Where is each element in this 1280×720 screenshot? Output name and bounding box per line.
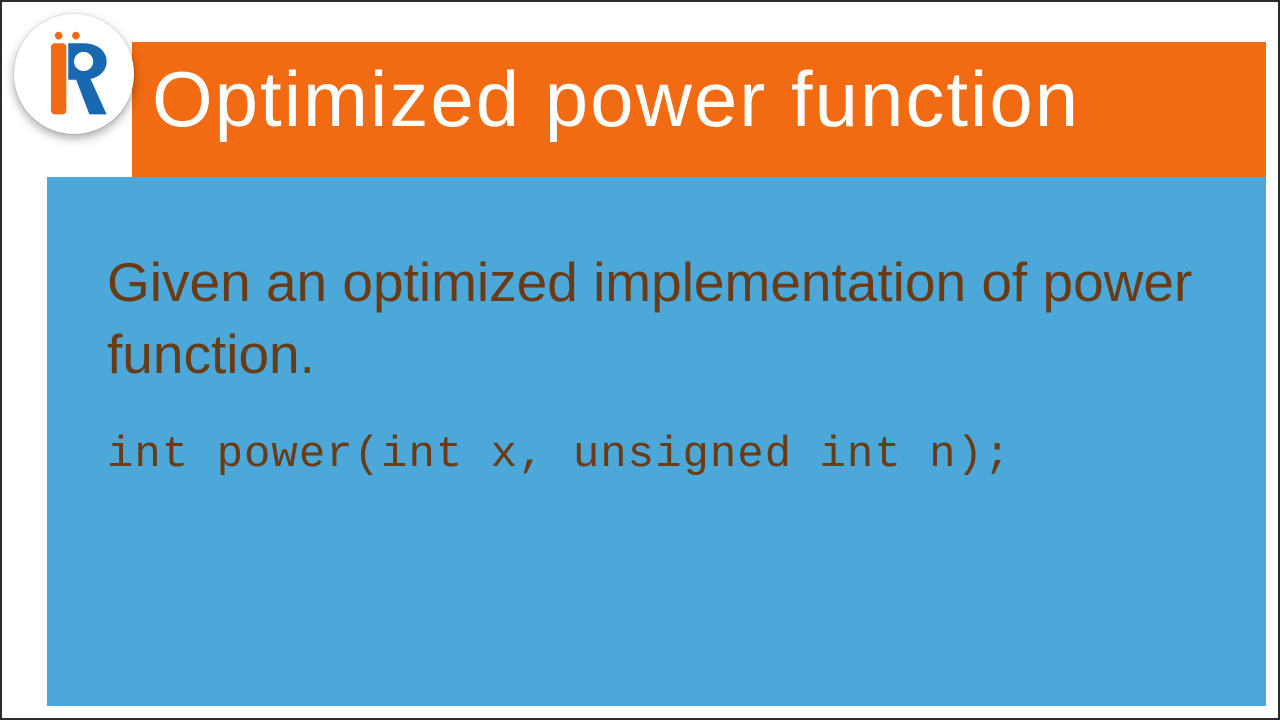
title-bar: Optimized power function: [132, 42, 1266, 177]
slide-description: Given an optimized implementation of pow…: [107, 247, 1206, 390]
slide-title: Optimized power function: [152, 54, 1080, 145]
brand-logo: [14, 14, 134, 134]
slide-frame: Optimized power function Given an optimi…: [0, 0, 1280, 720]
logo-icon: [26, 26, 122, 122]
content-panel: Given an optimized implementation of pow…: [47, 177, 1266, 706]
code-signature: int power(int x, unsigned int n);: [107, 430, 1206, 480]
